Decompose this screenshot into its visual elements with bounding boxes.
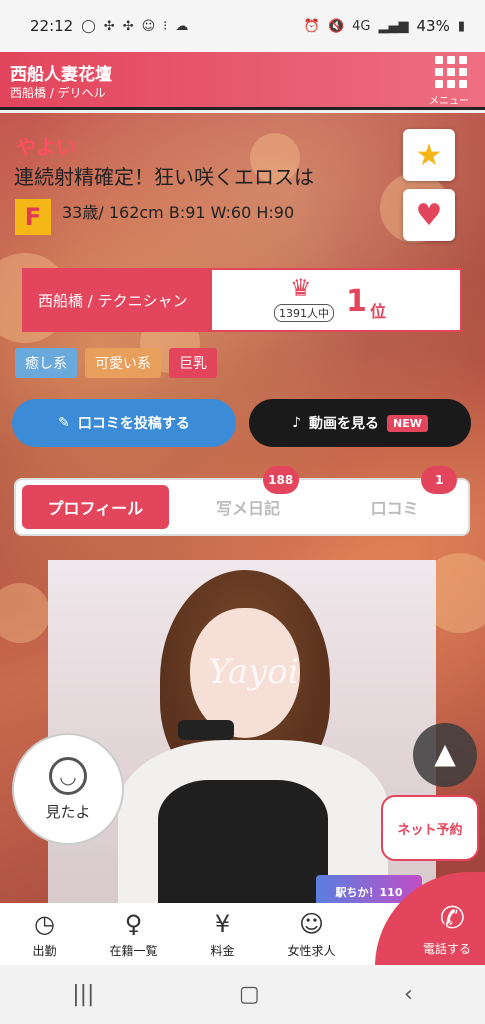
nav-schedule[interactable]: ◷ 出勤	[0, 903, 89, 965]
nav-price[interactable]: ¥ 料金	[178, 903, 267, 965]
nav-label: 在籍一覧	[109, 943, 158, 958]
add-favorite-button[interactable]: ♥	[403, 189, 455, 241]
home-icon[interactable]: ▢	[239, 982, 260, 1007]
menu-button[interactable]: メニュー	[427, 56, 471, 107]
phone-icon: ✆	[439, 901, 465, 936]
cast-specs: 33歳/ 162cm B:91 W:60 H:90	[62, 203, 295, 222]
nav-label: 女性求人	[287, 943, 336, 958]
watch-video-label: 動画を見る	[309, 416, 380, 432]
tag-item: 癒し系	[15, 348, 77, 378]
tab-label: プロフィール	[47, 499, 144, 518]
recent-apps-icon[interactable]: |||	[72, 982, 94, 1007]
status-time: 22:12	[30, 17, 74, 35]
tab-reviews[interactable]: 口コミ 1	[321, 466, 468, 534]
ranking-total: 1391人中	[274, 304, 334, 322]
nav-label: 料金	[210, 943, 235, 958]
tiktok-icon: ♪	[292, 415, 302, 431]
tag-item: 巨乳	[169, 348, 217, 378]
profile-tabs: プロフィール 写メ日記 188 口コミ 1	[14, 466, 470, 536]
ranking-unit: 位	[370, 302, 387, 321]
star-icon: ★	[415, 137, 443, 173]
cast-tags: 癒し系 可愛い系 巨乳	[15, 348, 217, 378]
tab-label: 口コミ	[370, 499, 419, 518]
triangle-up-icon: ▲	[434, 737, 456, 770]
profile-main: やよい 連続射精確定！狂い咲くエロスは F 33歳/ 162cm B:91 W:…	[0, 113, 485, 903]
post-review-button[interactable]: ✎ 口コミを投稿する	[12, 399, 236, 447]
tab-profile[interactable]: プロフィール	[22, 485, 169, 529]
battery-icon: ▮	[457, 18, 465, 34]
clock-icon: ◷	[34, 909, 55, 938]
smile-icon: ◡	[49, 756, 87, 795]
nav-recruit[interactable]: ☺ 女性求人	[267, 903, 356, 965]
system-nav: ||| ▢ ‹	[0, 965, 485, 1024]
cast-name: やよい	[16, 135, 76, 159]
favorite-button[interactable]: ★	[403, 129, 455, 181]
mitayo-button[interactable]: ◡ 見たよ	[12, 733, 124, 845]
site-header: 西船人妻花壇 西船橋 / デリヘル メニュー	[0, 52, 485, 110]
ranking-position: 1	[346, 284, 367, 319]
pinwheel-icon: ✣	[122, 18, 134, 34]
chat-icon: ◯	[81, 18, 96, 34]
mute-icon: 🔇	[327, 18, 345, 34]
ranking-category: 西船橋 / テクニシャン	[24, 270, 212, 330]
mitayo-label: 見たよ	[45, 802, 91, 821]
battery-percent: 43%	[416, 17, 450, 35]
cup-size-badge: F	[15, 199, 51, 235]
status-bar: 22:12 ◯ ✣ ✣ ☺ ⁝ ☁ ⏰ 🔇 4G ▂▄▆ 43% ▮	[0, 0, 485, 52]
cloud-icon: ☁	[175, 18, 189, 34]
heart-plus-icon: ♥	[415, 197, 443, 233]
tag-item: 可愛い系	[85, 348, 161, 378]
pinwheel-icon: ✣	[103, 18, 115, 34]
ranking-box[interactable]: 西船橋 / テクニシャン ♛ 1391人中 1 位	[22, 268, 462, 332]
net-reservation-button[interactable]: ネット予約	[381, 795, 479, 861]
shop-name[interactable]: 西船人妻花壇	[10, 60, 112, 85]
cast-photo[interactable]: Yayoi	[48, 560, 436, 903]
count-badge: 1	[421, 466, 458, 494]
dots-icon: ⁝	[163, 18, 168, 34]
person-icon: ♀	[124, 909, 143, 938]
menu-label: メニュー	[429, 96, 469, 107]
watch-video-button[interactable]: ♪ 動画を見る NEW	[249, 399, 471, 447]
net-reservation-label: ネット予約	[397, 822, 463, 838]
post-review-label: 口コミを投稿する	[77, 416, 190, 432]
call-label: 電話する	[422, 942, 471, 956]
ghost-icon: ☺	[141, 18, 156, 34]
crown-icon: ♛	[290, 274, 312, 302]
network-type: 4G	[352, 18, 371, 34]
signal-icon: ▂▄▆	[378, 18, 409, 34]
cast-catchphrase: 連続射精確定！狂い咲くエロスは	[14, 165, 314, 189]
tab-photo-diary[interactable]: 写メ日記 188	[175, 466, 322, 534]
new-badge: NEW	[387, 414, 428, 432]
scroll-top-button[interactable]: ▲	[413, 723, 477, 787]
tab-label: 写メ日記	[216, 499, 281, 518]
photo-watermark: Yayoi	[208, 652, 299, 692]
count-badge: 188	[262, 466, 299, 494]
edit-icon: ✎	[58, 415, 70, 431]
alarm-icon: ⏰	[303, 18, 320, 34]
woman-icon: ☺	[298, 909, 325, 938]
nav-label: 出勤	[32, 943, 57, 958]
shop-area: 西船橋 / デリヘル	[10, 86, 106, 100]
back-icon[interactable]: ‹	[404, 982, 413, 1007]
grid-icon	[435, 56, 471, 88]
nav-cast-list[interactable]: ♀ 在籍一覧	[89, 903, 178, 965]
yen-icon: ¥	[214, 909, 231, 938]
